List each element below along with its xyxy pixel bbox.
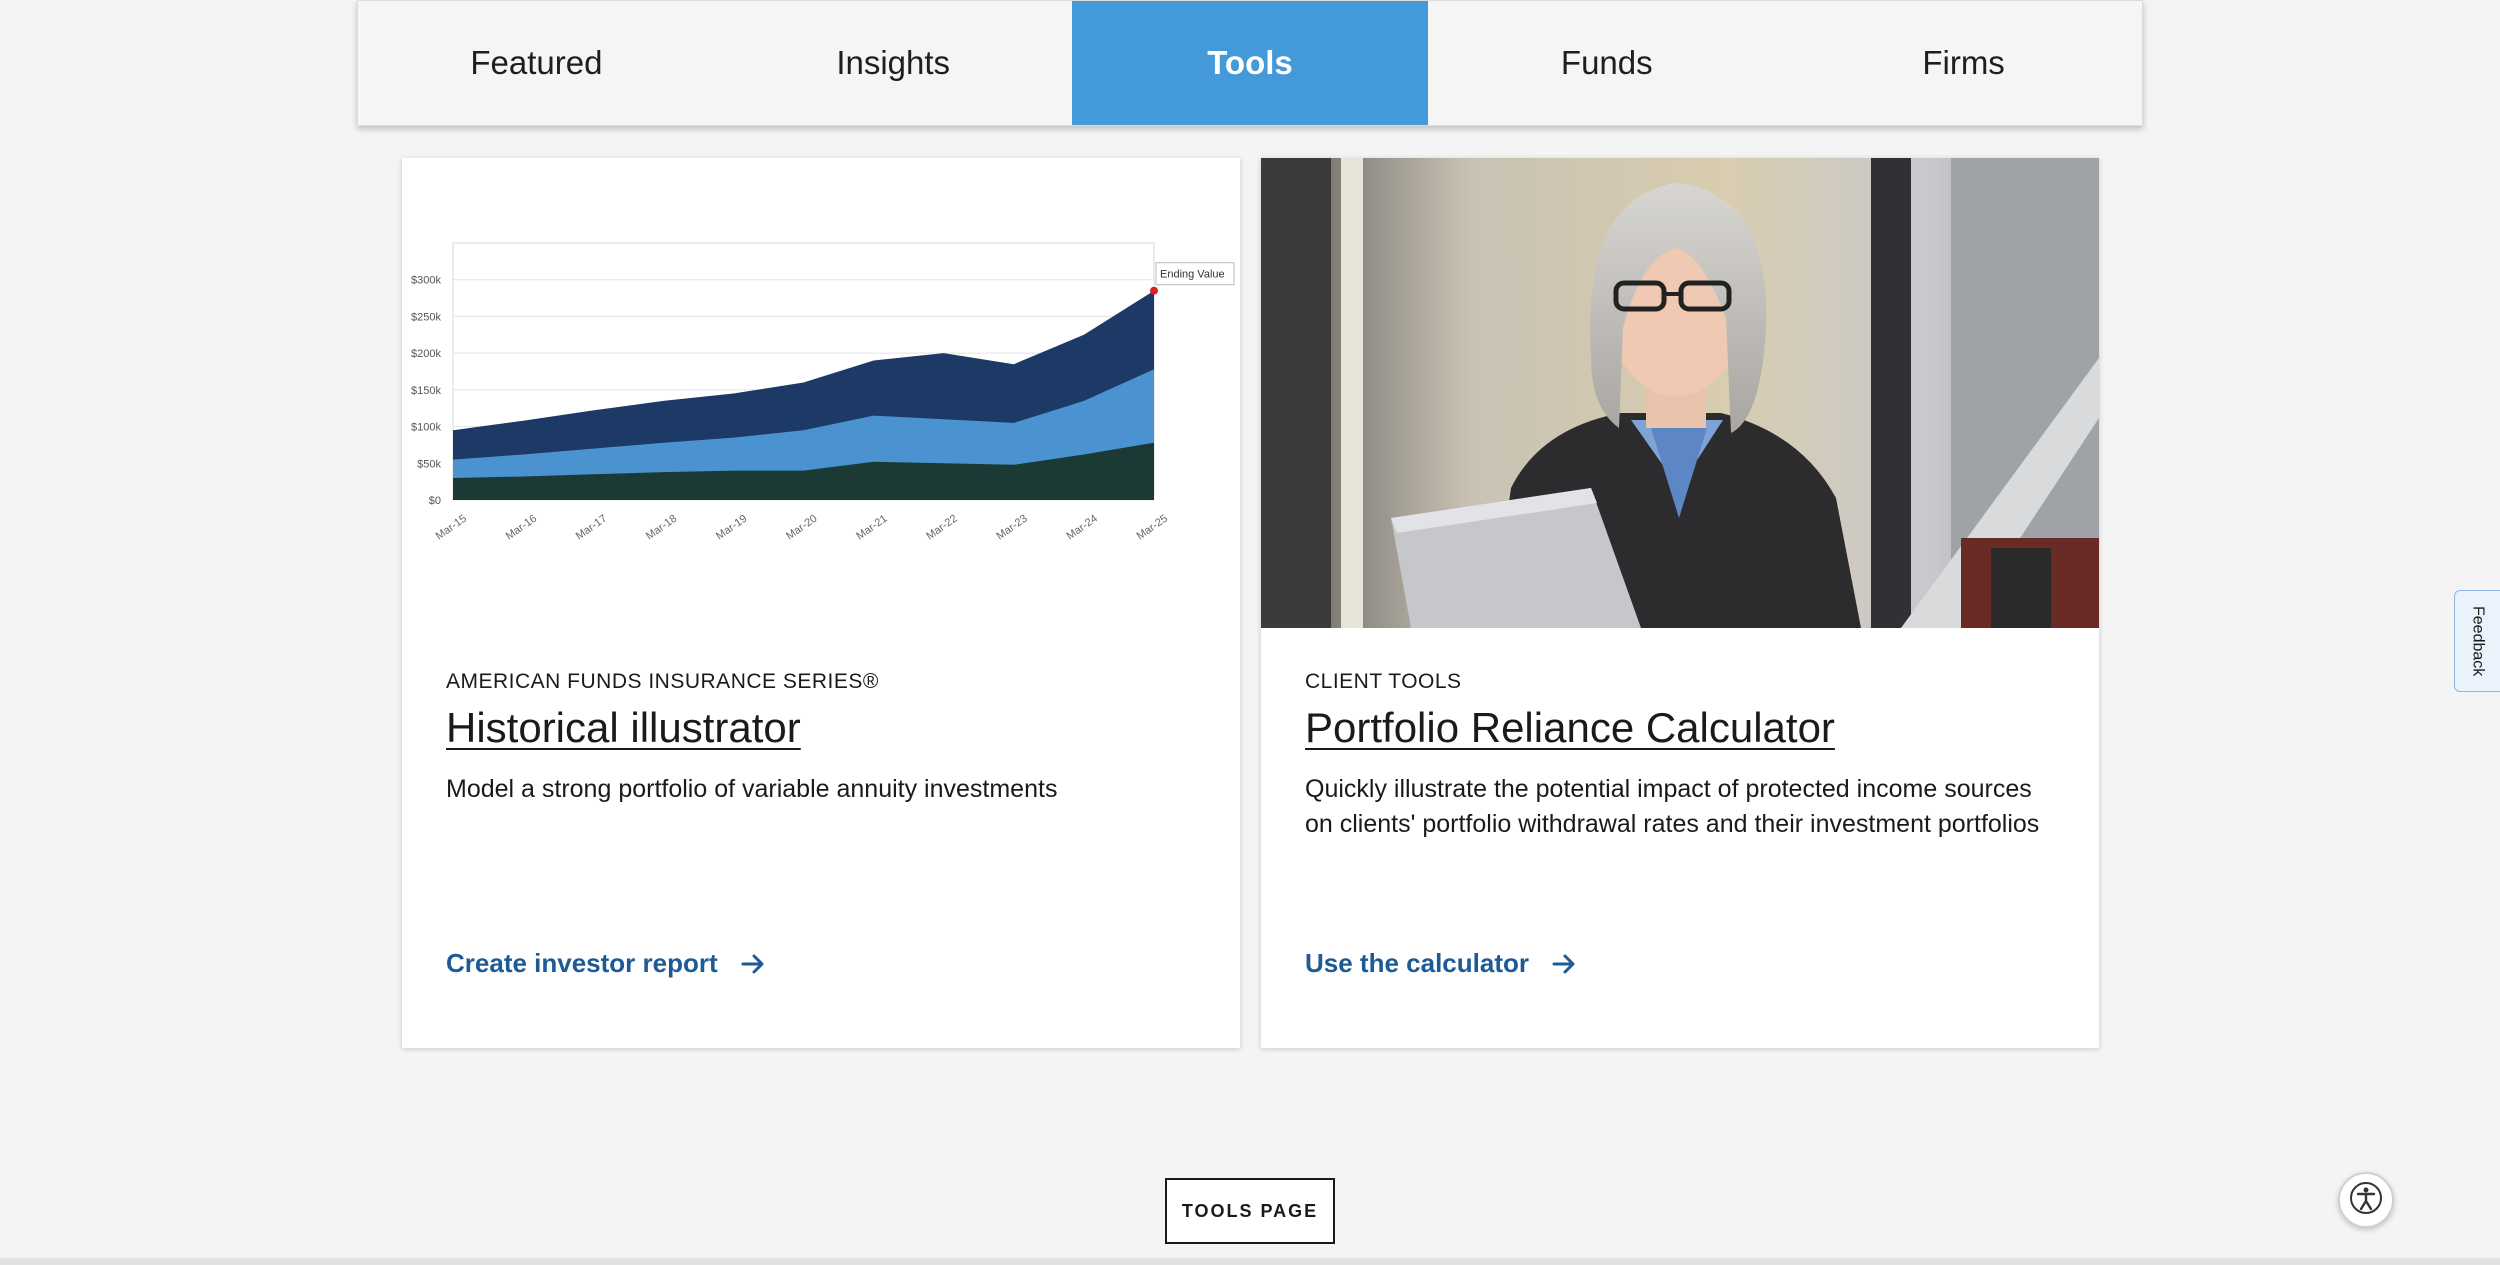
card-eyebrow: AMERICAN FUNDS INSURANCE SERIES®	[446, 670, 879, 693]
card-description: Quickly illustrate the potential impact …	[1305, 775, 2040, 838]
accessibility-button[interactable]	[2338, 1172, 2394, 1228]
feedback-label: Feedback	[2469, 605, 2487, 677]
tab-insights[interactable]: Insights	[715, 1, 1072, 125]
tab-tools[interactable]: Tools	[1071, 1, 1429, 125]
tools-page-button[interactable]: TOOLS PAGE	[1165, 1178, 1335, 1244]
create-investor-report-link[interactable]: Create investor report	[446, 948, 766, 979]
section-tab-bar: Featured Insights Tools Funds Firms	[357, 0, 2143, 126]
card-description: Model a strong portfolio of variable ann…	[446, 775, 1058, 803]
portfolio-reliance-card: CLIENT TOOLS Portfolio Reliance Calculat…	[1261, 158, 2099, 1048]
card-eyebrow: CLIENT TOOLS	[1305, 670, 1462, 693]
historical-illustrator-chart: $0 $50k $100k $150k $200k $250k $300k Mar-15 Mar…	[402, 158, 1240, 628]
card-title-link[interactable]: Portfolio Reliance Calculator	[1305, 704, 1835, 752]
card-body: CLIENT TOOLS Portfolio Reliance Calculat…	[1305, 670, 2055, 842]
x-tick-label: Mar-25	[1135, 513, 1170, 543]
x-tick-label: Mar-15	[434, 513, 469, 543]
x-tick-label: Mar-21	[854, 513, 889, 543]
y-tick-label: $100k	[411, 422, 441, 434]
x-tick-label: Mar-20	[784, 513, 819, 543]
ending-value-marker	[1150, 286, 1158, 295]
arrow-right-icon	[1551, 951, 1577, 977]
ending-value-annotation: Ending Value	[1160, 269, 1225, 281]
x-tick-label: Mar-24	[1064, 513, 1099, 543]
accessibility-icon	[2348, 1180, 2384, 1221]
area-chart: $0 $50k $100k $150k $200k $250k $300k Mar-15 Mar…	[411, 242, 1235, 543]
x-tick-label: Mar-19	[714, 513, 749, 543]
feedback-tab[interactable]: Feedback	[2454, 590, 2500, 692]
bottom-divider	[0, 1258, 2500, 1265]
y-tick-label: $150k	[411, 385, 441, 397]
x-tick-label: Mar-18	[644, 513, 679, 543]
cta-label: Use the calculator	[1305, 948, 1529, 978]
x-tick-label: Mar-22	[924, 513, 959, 543]
y-tick-label: $0	[429, 495, 441, 507]
use-the-calculator-link[interactable]: Use the calculator	[1305, 948, 1577, 979]
card-body: AMERICAN FUNDS INSURANCE SERIES® Histori…	[446, 670, 1196, 807]
cta-label: Create investor report	[446, 948, 718, 978]
arrow-right-icon	[740, 951, 766, 977]
y-tick-label: $50k	[417, 458, 441, 470]
tab-featured[interactable]: Featured	[358, 1, 715, 125]
y-tick-label: $200k	[411, 348, 441, 360]
y-tick-label: $250k	[411, 311, 441, 323]
x-tick-label: Mar-23	[994, 513, 1029, 543]
tab-funds[interactable]: Funds	[1428, 1, 1785, 125]
y-tick-label: $300k	[411, 275, 441, 287]
x-tick-label: Mar-16	[504, 513, 539, 543]
historical-illustrator-card: $0 $50k $100k $150k $200k $250k $300k Mar-15 Mar…	[402, 158, 1240, 1048]
tab-firms[interactable]: Firms	[1785, 1, 2142, 125]
card-title-link[interactable]: Historical illustrator	[446, 704, 801, 752]
woman-at-laptop-photo	[1261, 158, 2099, 628]
x-tick-label: Mar-17	[574, 513, 609, 543]
